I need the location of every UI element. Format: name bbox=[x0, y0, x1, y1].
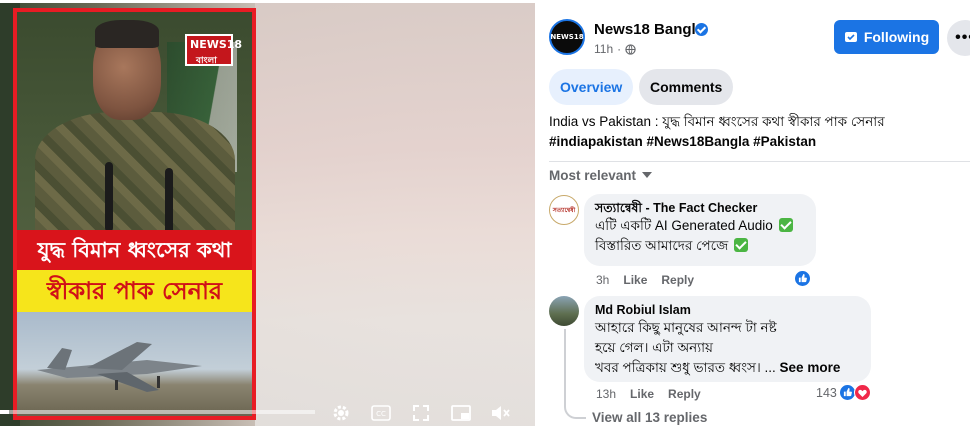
officer-hair bbox=[95, 20, 159, 48]
pip-icon[interactable] bbox=[450, 402, 472, 424]
fighter-jet-graphic bbox=[37, 342, 202, 392]
reply-thread-line bbox=[564, 329, 586, 419]
following-button[interactable]: Following bbox=[834, 20, 939, 54]
post-meta: 11h · bbox=[594, 42, 636, 56]
comment-author[interactable]: Md Robiul Islam bbox=[595, 302, 860, 318]
settings-icon[interactable] bbox=[330, 402, 352, 424]
comment-reactions[interactable]: 143 bbox=[816, 384, 871, 401]
chevron-down-icon bbox=[642, 172, 653, 178]
commenter-avatar[interactable]: সত্যান্বেষী bbox=[549, 195, 579, 225]
like-button[interactable]: Like bbox=[630, 387, 654, 401]
comment-actions: 13h Like Reply bbox=[596, 387, 701, 401]
reply-button[interactable]: Reply bbox=[668, 387, 701, 401]
reply-button[interactable]: Reply bbox=[661, 273, 694, 287]
heart-reaction-icon bbox=[853, 384, 871, 401]
divider bbox=[549, 161, 970, 162]
page-avatar[interactable]: NEWS18 bbox=[549, 19, 585, 55]
microphone-graphic bbox=[105, 162, 113, 232]
microphone-graphic bbox=[165, 168, 173, 238]
following-label: Following bbox=[863, 29, 930, 45]
video-progress-bar[interactable] bbox=[0, 410, 315, 414]
comment-text-line: হয়ে গেল। এটা অন্যায় bbox=[595, 340, 714, 355]
comment-text-line: আহারে কিছু মানুষের আনন্দ টা নষ্ট bbox=[595, 320, 777, 335]
comment-bubble: সত্যান্বেষী - The Fact Checker এটি একটি … bbox=[584, 194, 816, 266]
separator-dot: · bbox=[617, 42, 622, 56]
fullscreen-icon[interactable] bbox=[410, 402, 432, 424]
comment-text-line: বিস্তারিত আমাদের পেজে bbox=[595, 236, 805, 256]
video-controls: CC bbox=[330, 400, 512, 426]
reaction-count: 143 bbox=[816, 385, 837, 400]
check-mark-icon bbox=[778, 218, 793, 232]
post-time[interactable]: 11h bbox=[594, 42, 613, 56]
comment-bubble: Md Robiul Islam আহারে কিছু মানুষের আনন্দ… bbox=[584, 296, 871, 382]
sort-dropdown[interactable]: Most relevant bbox=[549, 168, 653, 183]
comment-author[interactable]: সত্যান্বেষী - The Fact Checker bbox=[595, 200, 805, 216]
volume-muted-icon[interactable] bbox=[490, 402, 512, 424]
news18-logo: NEWS18 বাংলা bbox=[185, 34, 242, 66]
post-text: India vs Pakistan : যুদ্ধ বিমান ধ্বংসের … bbox=[549, 112, 969, 152]
comment-text-line: এটি একটি AI Generated Audio bbox=[595, 216, 805, 236]
post-hashtags[interactable]: #indiapakistan #News18Bangla #Pakistan bbox=[549, 132, 969, 152]
page-name[interactable]: News18 Bangla bbox=[594, 21, 704, 38]
tab-overview[interactable]: Overview bbox=[549, 69, 634, 105]
svg-text:CC: CC bbox=[376, 410, 386, 418]
check-mark-icon bbox=[733, 238, 748, 252]
commenter-avatar[interactable] bbox=[549, 296, 579, 326]
post-caption: India vs Pakistan : যুদ্ধ বিমান ধ্বংসের … bbox=[549, 114, 885, 129]
see-more-link[interactable]: See more bbox=[780, 360, 841, 375]
sort-label: Most relevant bbox=[549, 168, 637, 183]
following-icon bbox=[844, 32, 857, 42]
like-reaction-icon bbox=[794, 270, 811, 287]
video-blur-right bbox=[255, 3, 535, 426]
comment-text-line: খবর পত্রিকায় শুধু ভারত ধ্বংস। ... See m… bbox=[595, 360, 841, 375]
comment-time[interactable]: 13h bbox=[596, 387, 616, 401]
video-player[interactable]: NEWS18 বাংলা যুদ্ধ বিমান ধ্বংসের কথা স্ব… bbox=[0, 3, 535, 426]
more-options-label: ••• bbox=[955, 29, 970, 46]
more-options-button[interactable]: ••• bbox=[947, 20, 970, 56]
post-panel: NEWS18 News18 Bangla 11h · Following •••… bbox=[535, 3, 970, 426]
tab-comments[interactable]: Comments bbox=[639, 69, 734, 105]
video-caption-line2: স্বীকার পাক সেনার bbox=[17, 270, 252, 312]
view-replies-link[interactable]: View all 13 replies bbox=[592, 410, 707, 425]
comment-reactions[interactable] bbox=[794, 270, 811, 287]
captions-icon[interactable]: CC bbox=[370, 402, 392, 424]
video-caption-line1: যুদ্ধ বিমান ধ্বংসের কথা bbox=[17, 230, 252, 270]
video-progress-fill bbox=[0, 410, 10, 414]
verified-badge-icon bbox=[695, 23, 708, 36]
video-frame: NEWS18 বাংলা যুদ্ধ বিমান ধ্বংসের কথা স্ব… bbox=[13, 8, 256, 420]
like-button[interactable]: Like bbox=[623, 273, 647, 287]
comment-time[interactable]: 3h bbox=[596, 273, 609, 287]
video-content: NEWS18 বাংলা যুদ্ধ বিমান ধ্বংসের কথা স্ব… bbox=[17, 12, 252, 416]
officer-uniform bbox=[35, 112, 235, 232]
globe-icon bbox=[625, 43, 636, 55]
comment-actions: 3h Like Reply bbox=[596, 273, 694, 287]
